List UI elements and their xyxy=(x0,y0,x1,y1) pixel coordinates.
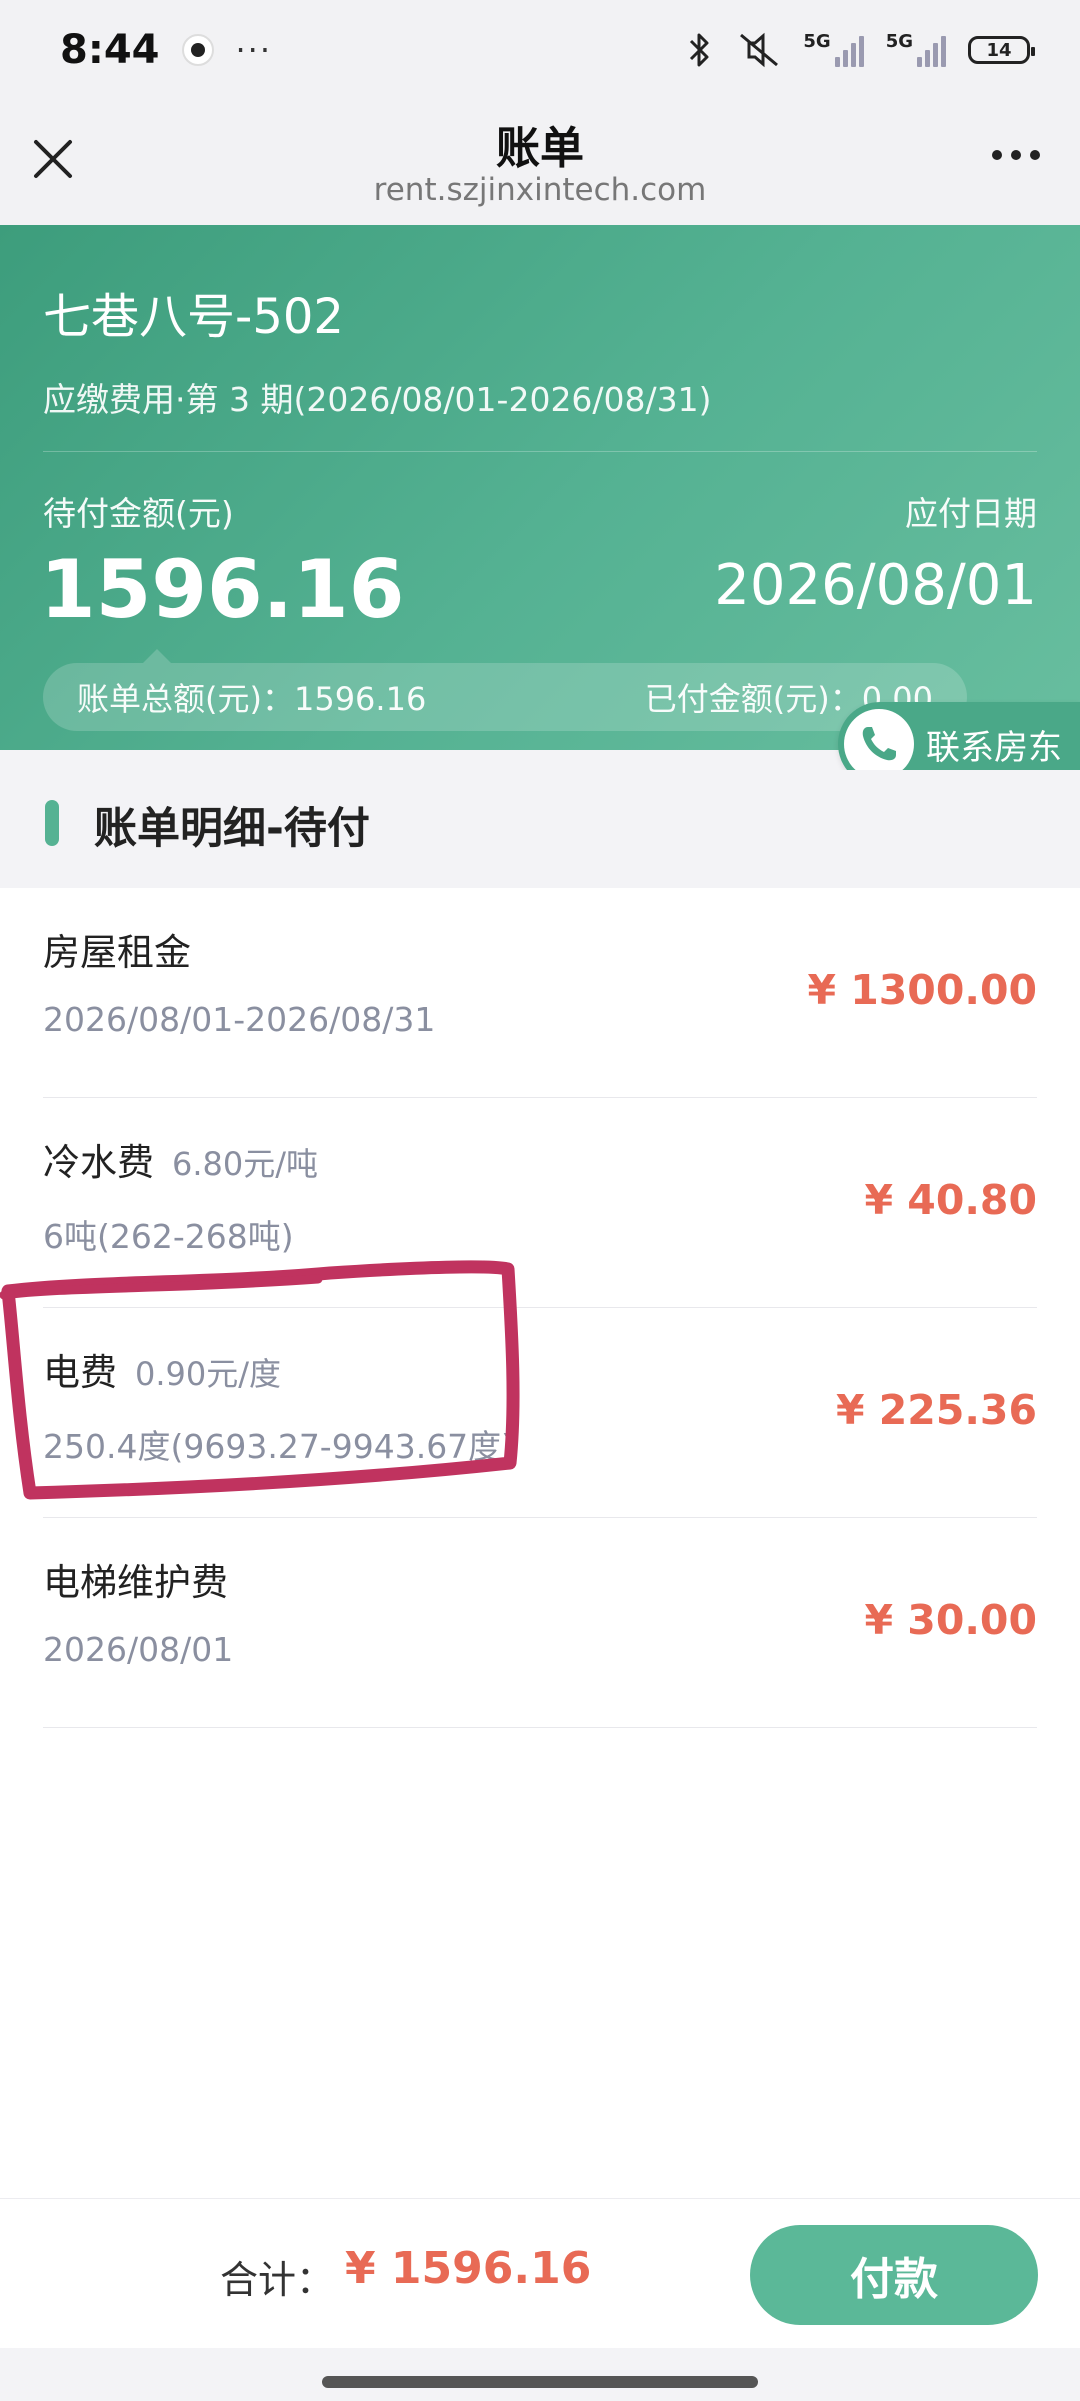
network-type-1: 5G xyxy=(803,31,831,52)
signal-1: 5G xyxy=(803,31,864,67)
bill-item-elevator[interactable]: 电梯维护费 2026/08/01 ¥ 30.00 xyxy=(43,1518,1037,1728)
signal-icon xyxy=(917,33,946,67)
nav-bar: 账单 rent.szjinxintech.com xyxy=(0,100,1080,225)
pending-amount-label: 待付金额(元) xyxy=(43,494,234,533)
bill-detail: 6吨(262-268吨) xyxy=(43,1217,294,1256)
highlight-annotation xyxy=(0,1260,520,1500)
more-menu-icon[interactable] xyxy=(992,150,1040,160)
record-icon xyxy=(181,34,214,66)
clock: 8:44 xyxy=(60,27,160,73)
pending-amount: 1596.16 xyxy=(40,543,405,636)
battery-level: 14 xyxy=(986,39,1012,61)
gesture-area xyxy=(0,2348,1080,2401)
property-name: 七巷八号-502 xyxy=(43,289,344,345)
bill-name-row: 电梯维护费 xyxy=(43,1552,228,1606)
bill-amount: ¥ 30.00 xyxy=(864,1596,1038,1644)
page-url: rent.szjinxintech.com xyxy=(373,172,707,208)
pay-button[interactable]: 付款 xyxy=(750,2225,1038,2325)
bill-detail: 2026/08/01 xyxy=(43,1630,234,1669)
due-date: 2026/08/01 xyxy=(714,553,1037,618)
bill-list: 房屋租金 2026/08/01-2026/08/31 ¥ 1300.00 冷水费… xyxy=(0,888,1080,2198)
mute-icon xyxy=(740,32,779,68)
status-left: 8:44 ··· xyxy=(60,27,272,73)
home-indicator[interactable] xyxy=(322,2376,758,2388)
bill-name-row: 房屋租金 xyxy=(43,922,191,976)
billing-period: 应缴费用·第 3 期(2026/08/01-2026/08/31) xyxy=(43,380,712,419)
phone-icon xyxy=(844,709,914,779)
bill-name: 房屋租金 xyxy=(43,931,191,974)
bill-name: 冷水费 xyxy=(43,1141,154,1184)
bill-detail: 2026/08/01-2026/08/31 xyxy=(43,1000,436,1039)
bill-amount: ¥ 1300.00 xyxy=(807,966,1037,1014)
bill-rate: 6.80元/吨 xyxy=(172,1145,319,1183)
section-header: 账单明细-待付 xyxy=(0,770,1080,888)
bill-name-row: 冷水费 6.80元/吨 xyxy=(43,1132,318,1186)
signal-icon xyxy=(834,33,864,67)
bill-item-rent[interactable]: 房屋租金 2026/08/01-2026/08/31 ¥ 1300.00 xyxy=(43,888,1037,1098)
bill-summary-card: 七巷八号-502 应缴费用·第 3 期(2026/08/01-2026/08/3… xyxy=(0,225,1080,750)
due-date-label: 应付日期 xyxy=(905,494,1037,533)
bill-amount: ¥ 40.80 xyxy=(864,1176,1038,1224)
total-amount: ¥ 1596.16 xyxy=(345,2243,592,2294)
bill-totals-pill: 账单总额(元)：1596.16 已付金额(元)：0.00 xyxy=(43,649,967,731)
bluetooth-icon xyxy=(690,33,709,67)
section-title: 账单明细-待付 xyxy=(94,804,370,854)
contact-landlord-label: 联系房东 xyxy=(926,727,1062,768)
bill-amount: ¥ 225.36 xyxy=(835,1386,1037,1434)
divider xyxy=(43,451,1037,452)
page-title: 账单 xyxy=(496,123,584,174)
battery-icon: 14 xyxy=(968,36,1035,64)
bill-total: 账单总额(元)：1596.16 xyxy=(77,680,427,718)
status-bar: 8:44 ··· 5G 5G 14 xyxy=(0,0,1080,100)
more-notifications-icon: ··· xyxy=(235,31,273,69)
bottom-bar: 合计： ¥ 1596.16 付款 xyxy=(0,2198,1080,2348)
bill-name: 电梯维护费 xyxy=(43,1561,228,1604)
signal-2: 5G xyxy=(886,33,946,67)
network-type-2: 5G xyxy=(885,31,913,52)
total-label: 合计： xyxy=(220,2258,335,2302)
status-right: 5G 5G 14 xyxy=(685,31,1035,69)
section-accent-bar xyxy=(45,800,59,846)
